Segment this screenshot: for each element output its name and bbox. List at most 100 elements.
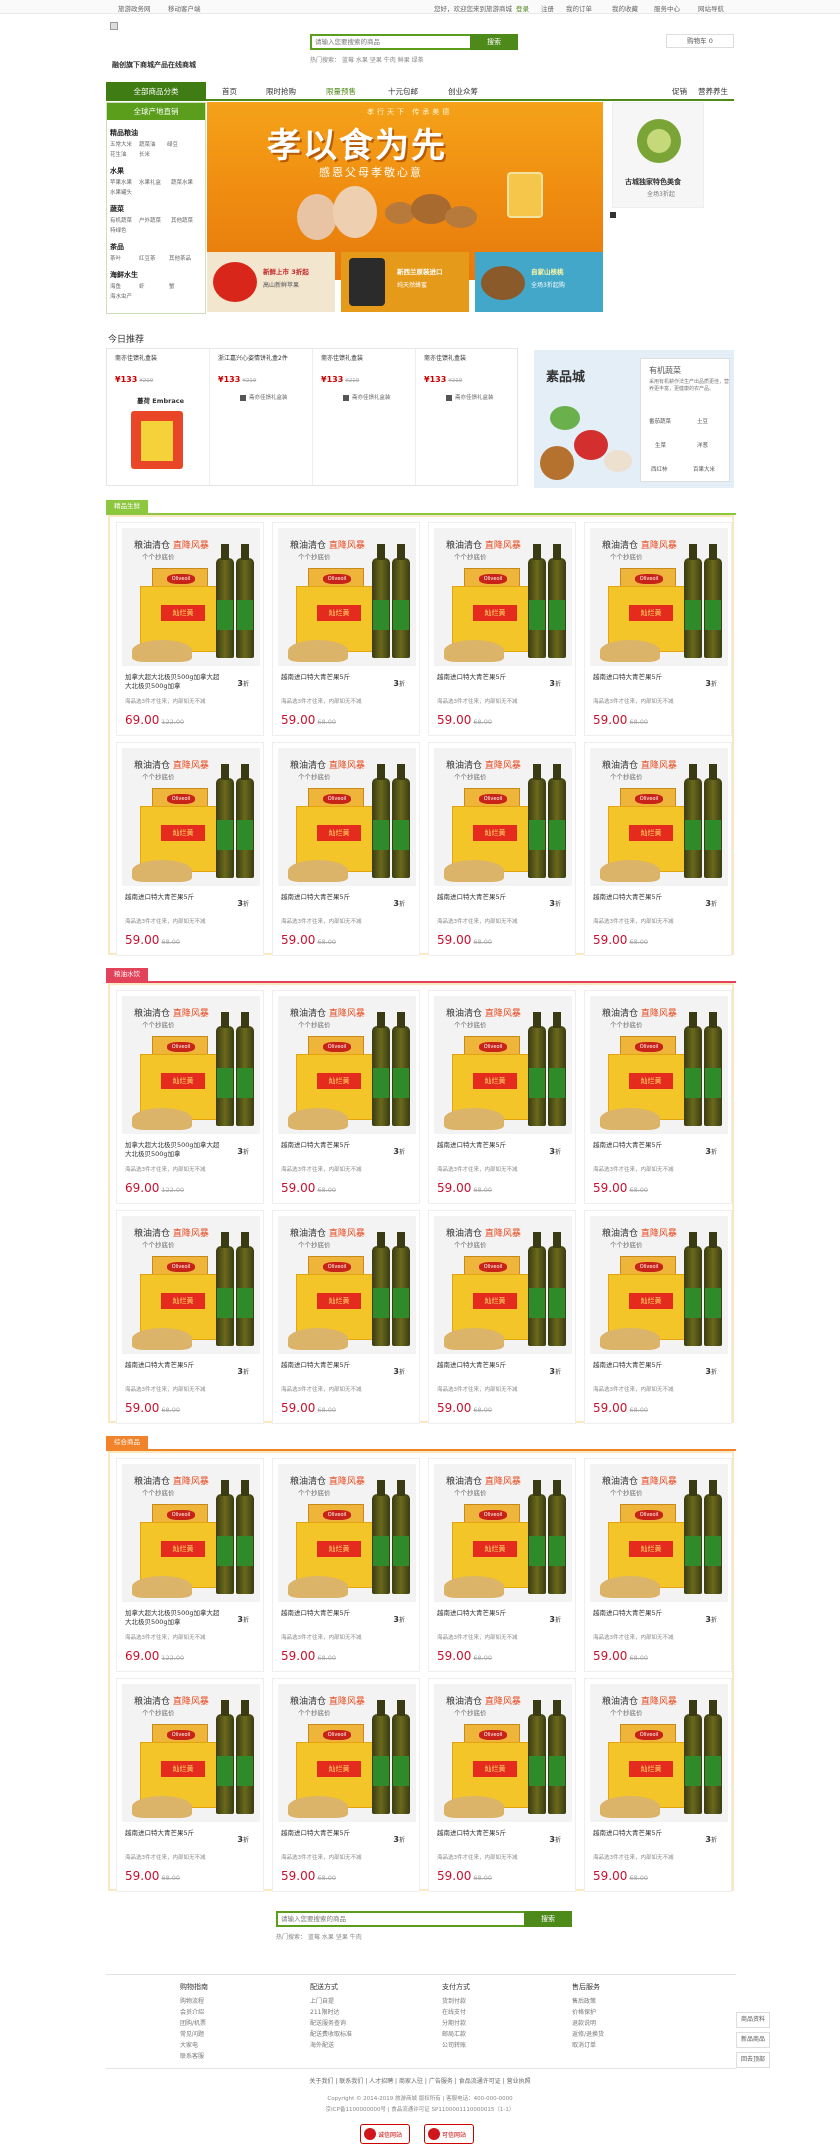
sidebar-cat-grain[interactable]: 精品粮油 bbox=[110, 128, 138, 138]
product-card[interactable]: 粮油清仓 直降风暴 个个抄底价 Oliveoil 灿烂黄 越南进口特大青芒果5斤… bbox=[584, 1678, 732, 1892]
footer-link[interactable]: 联系客服 bbox=[180, 2051, 270, 2062]
top-link-service[interactable]: 服务中心 bbox=[654, 3, 680, 13]
top-link-sitemap[interactable]: 网站导航 bbox=[698, 3, 724, 13]
sidebar-sub[interactable]: 其他蔬菜 bbox=[171, 216, 193, 224]
footer-link[interactable]: 分期付款 bbox=[442, 2018, 532, 2029]
product-card[interactable]: 粮油清仓 直降风暴 个个抄底价 Oliveoil 灿烂黄 越南进口特大青芒果5斤… bbox=[272, 742, 420, 956]
product-image[interactable]: 粮油清仓 直降风暴 个个抄底价 Oliveoil 灿烂黄 bbox=[278, 1684, 416, 1822]
sidebar-sub[interactable]: 蔬菜水果 bbox=[171, 178, 193, 186]
product-name[interactable]: 越南进口特大青芒果5斤 bbox=[125, 893, 225, 902]
footer-bottom-link[interactable]: 商家入驻 bbox=[399, 2078, 423, 2085]
product-name[interactable]: 越南进口特大青芒果5斤 bbox=[593, 1141, 693, 1150]
hot-word[interactable]: 水果 bbox=[322, 1934, 334, 1941]
product-card[interactable]: 粮油清仓 直降风暴 个个抄底价 Oliveoil 灿烂黄 越南进口特大青芒果5斤… bbox=[428, 1678, 576, 1892]
product-image[interactable]: 粮油清仓 直降风暴 个个抄底价 Oliveoil 灿烂黄 bbox=[434, 1216, 572, 1354]
footer-link[interactable]: 公司转账 bbox=[442, 2040, 532, 2051]
hot-word[interactable]: 坚果 bbox=[370, 57, 382, 64]
product-card[interactable]: 粮油清仓 直降风暴 个个抄底价 Oliveoil 灿烂黄 越南进口特大青芒果5斤… bbox=[272, 990, 420, 1204]
nav-item-presale[interactable]: 限量预售 bbox=[326, 86, 356, 97]
sidebar-sub[interactable]: 户外蔬菜 bbox=[139, 216, 161, 224]
product-image[interactable]: 粮油清仓 直降风暴 个个抄底价 Oliveoil 灿烂黄 bbox=[122, 748, 260, 886]
sidebar-sub[interactable]: 有机蔬菜 bbox=[110, 216, 132, 224]
product-card[interactable]: 粮油清仓 直降风暴 个个抄底价 Oliveoil 灿烂黄 越南进口特大青芒果5斤… bbox=[428, 1458, 576, 1672]
footer-link[interactable]: 购物流程 bbox=[180, 1996, 270, 2007]
sidebar-sub[interactable]: 水果礼盒 bbox=[139, 178, 161, 186]
product-name[interactable]: 越南进口特大青芒果5斤 bbox=[437, 1609, 537, 1618]
promo-apple[interactable]: 新鲜上市 3折起 高山新鲜苹果 bbox=[207, 252, 335, 312]
bottom-search-input[interactable] bbox=[278, 1913, 518, 1925]
footer-link[interactable]: 配送费收取标准 bbox=[310, 2029, 400, 2040]
nav-item-crowdfund[interactable]: 创业众筹 bbox=[448, 86, 478, 97]
product-name[interactable]: 越南进口特大青芒果5斤 bbox=[593, 1829, 693, 1838]
sidebar-cat-tea[interactable]: 茶品 bbox=[110, 242, 124, 252]
product-name[interactable]: 越南进口特大青芒果5斤 bbox=[281, 1609, 381, 1618]
footer-bottom-link[interactable]: 联系我们 bbox=[339, 2078, 363, 2085]
bottom-search-button[interactable]: 搜索 bbox=[524, 1911, 572, 1927]
nav-item-promo[interactable]: 促销 bbox=[672, 86, 687, 97]
product-image[interactable]: 粮油清仓 直降风暴 个个抄底价 Oliveoil 灿烂黄 bbox=[434, 1464, 572, 1602]
product-card[interactable]: 粮油清仓 直降风暴 个个抄底价 Oliveoil 灿烂黄 越南进口特大青芒果5斤… bbox=[272, 1210, 420, 1424]
search-button[interactable]: 搜索 bbox=[470, 34, 518, 50]
product-name[interactable]: 越南进口特大青芒果5斤 bbox=[281, 893, 381, 902]
footer-bottom-link[interactable]: 广告服务 bbox=[429, 2078, 453, 2085]
product-image[interactable]: 粮油清仓 直降风暴 个个抄底价 Oliveoil 灿烂黄 bbox=[122, 528, 260, 666]
sidebar-sub[interactable]: 五常大米 bbox=[110, 140, 132, 148]
hot-word[interactable]: 蓝莓 bbox=[342, 57, 354, 64]
product-image[interactable]: 粮油清仓 直降风暴 个个抄底价 Oliveoil 灿烂黄 bbox=[590, 996, 728, 1134]
product-card[interactable]: 粮油清仓 直降风暴 个个抄底价 Oliveoil 灿烂黄 加拿大超大北极贝500… bbox=[116, 522, 264, 736]
hot-word[interactable]: 牛肉 bbox=[384, 57, 396, 64]
product-image[interactable]: 粮油清仓 直降风暴 个个抄底价 Oliveoil 灿烂黄 bbox=[122, 1684, 260, 1822]
sidebar-cat-seafood[interactable]: 海鲜水生 bbox=[110, 270, 138, 280]
rec-name[interactable]: 斋亦佳馈礼盒装 bbox=[115, 355, 203, 363]
search-input[interactable] bbox=[312, 36, 470, 48]
veg-link[interactable]: 番茄蔬菜 bbox=[649, 417, 671, 425]
product-name[interactable]: 越南进口特大青芒果5斤 bbox=[593, 1361, 693, 1370]
float-new-products[interactable]: 新品商品 bbox=[736, 2032, 770, 2048]
footer-link[interactable]: 取消订单 bbox=[572, 2040, 662, 2051]
sidebar-sub[interactable]: 其他茶品 bbox=[169, 254, 191, 262]
float-back-to-top[interactable]: 回去顶部 bbox=[736, 2052, 770, 2068]
hot-word[interactable]: 水果 bbox=[356, 57, 368, 64]
sidebar-sub[interactable]: 特绿色 bbox=[110, 226, 127, 234]
product-image[interactable]: 粮油清仓 直降风暴 个个抄底价 Oliveoil 灿烂黄 bbox=[122, 996, 260, 1134]
footer-bottom-link[interactable]: 营业执照 bbox=[507, 2078, 531, 2085]
sidebar-cat-fruit[interactable]: 水果 bbox=[110, 166, 124, 176]
product-image[interactable]: 粮油清仓 直降风暴 个个抄底价 Oliveoil 灿烂黄 bbox=[434, 748, 572, 886]
product-name[interactable]: 越南进口特大青芒果5斤 bbox=[437, 1361, 537, 1370]
sidebar-cat-veg[interactable]: 蔬菜 bbox=[110, 204, 124, 214]
footer-link[interactable]: 团购/机票 bbox=[180, 2018, 270, 2029]
sidebar-sub[interactable]: 长米 bbox=[139, 150, 150, 158]
product-card[interactable]: 粮油清仓 直降风暴 个个抄底价 Oliveoil 灿烂黄 越南进口特大青芒果5斤… bbox=[428, 742, 576, 956]
footer-bottom-link[interactable]: 食品流通许可证 bbox=[459, 2078, 501, 2085]
side-ad-kiwi[interactable]: 古城独家特色美食 全场3折起 bbox=[612, 102, 704, 208]
add-to-cart-link[interactable]: 斋亦佳馈礼盒装 bbox=[240, 393, 288, 401]
footer-link[interactable]: 邮局汇款 bbox=[442, 2029, 532, 2040]
product-card[interactable]: 粮油清仓 直降风暴 个个抄底价 Oliveoil 灿烂黄 越南进口特大青芒果5斤… bbox=[584, 522, 732, 736]
hot-word[interactable]: 绿茶 bbox=[412, 57, 424, 64]
nav-item-flash[interactable]: 限时抢购 bbox=[266, 86, 296, 97]
footer-bottom-link[interactable]: 关于我们 bbox=[309, 2078, 333, 2085]
sidebar-sub[interactable]: 海水虫产 bbox=[110, 292, 132, 300]
product-card[interactable]: 粮油清仓 直降风暴 个个抄底价 Oliveoil 灿烂黄 越南进口特大青芒果5斤… bbox=[584, 742, 732, 956]
top-link-orders[interactable]: 我的订单 bbox=[566, 3, 592, 13]
product-name[interactable]: 加拿大超大北极贝500g加拿大超大北极贝500g加拿 bbox=[125, 673, 225, 691]
rec-name[interactable]: 浙江嘉兴心姿情饼礼盒2件 bbox=[218, 355, 306, 363]
product-name[interactable]: 越南进口特大青芒果5斤 bbox=[593, 673, 693, 682]
product-card[interactable]: 粮油清仓 直降风暴 个个抄底价 Oliveoil 灿烂黄 加拿大超大北极贝500… bbox=[116, 1458, 264, 1672]
product-card[interactable]: 粮油清仓 直降风暴 个个抄底价 Oliveoil 灿烂黄 越南进口特大青芒果5斤… bbox=[272, 1458, 420, 1672]
product-image[interactable]: 粮油清仓 直降风暴 个个抄底价 Oliveoil 灿烂黄 bbox=[590, 748, 728, 886]
product-image[interactable]: 粮油清仓 直降风暴 个个抄底价 Oliveoil 灿烂黄 bbox=[278, 996, 416, 1134]
veg-link[interactable]: 土豆 bbox=[697, 417, 708, 425]
add-to-cart-link[interactable]: 斋亦佳馈礼盒装 bbox=[343, 393, 391, 401]
product-name[interactable]: 越南进口特大青芒果5斤 bbox=[281, 1829, 381, 1838]
sidebar-sub[interactable]: 虾 bbox=[139, 282, 145, 290]
product-card[interactable]: 粮油清仓 直降风暴 个个抄底价 Oliveoil 灿烂黄 越南进口特大青芒果5斤… bbox=[116, 1210, 264, 1424]
product-card[interactable]: 粮油清仓 直降风暴 个个抄底价 Oliveoil 灿烂黄 越南进口特大青芒果5斤… bbox=[584, 1210, 732, 1424]
rec-name[interactable]: 斋亦佳馈礼盒装 bbox=[424, 355, 512, 363]
product-name[interactable]: 越南进口特大青芒果5斤 bbox=[437, 673, 537, 682]
footer-link[interactable]: 上门自提 bbox=[310, 1996, 400, 2007]
floor-tag[interactable]: 精品生鲜 bbox=[106, 500, 148, 513]
product-image[interactable]: 粮油清仓 直降风暴 个个抄底价 Oliveoil 灿烂黄 bbox=[434, 1684, 572, 1822]
hot-word[interactable]: 坚果 bbox=[336, 1934, 348, 1941]
veg-link[interactable]: 生菜 bbox=[655, 441, 666, 449]
